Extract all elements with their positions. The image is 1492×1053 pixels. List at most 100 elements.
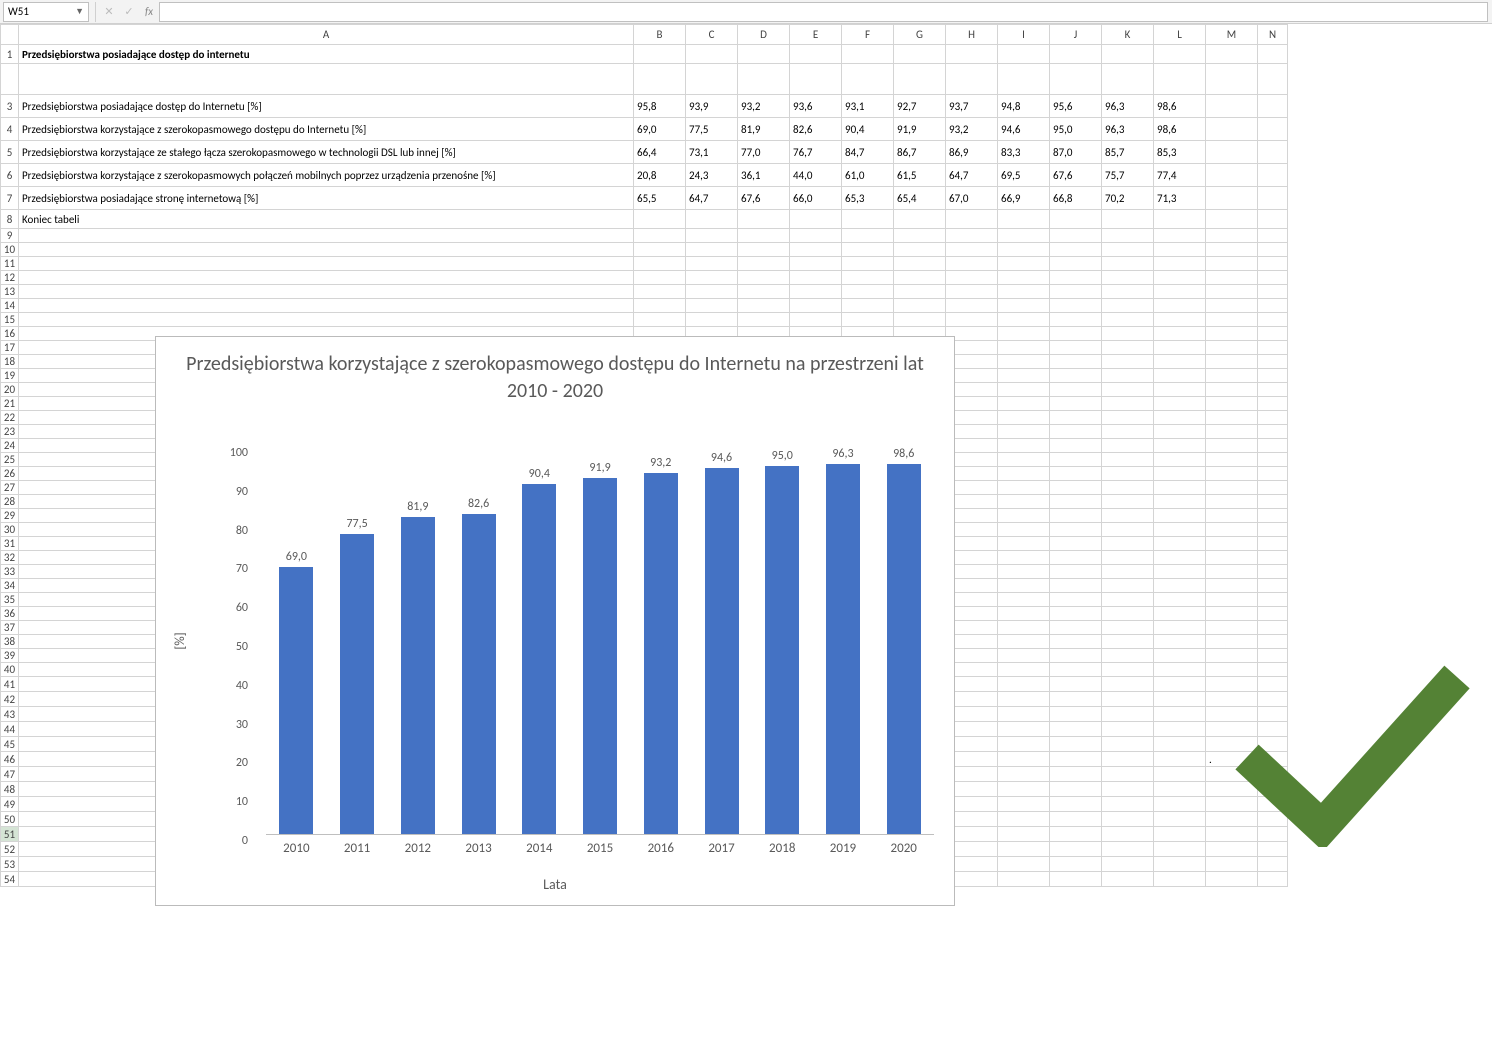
cell[interactable] [1102, 341, 1154, 355]
row-header[interactable]: 25 [1, 453, 19, 467]
row-header[interactable]: 2 [1, 64, 19, 95]
cell[interactable] [634, 271, 686, 285]
cell[interactable] [686, 257, 738, 271]
cell[interactable] [1154, 341, 1206, 355]
cell[interactable] [1206, 369, 1258, 383]
row-header[interactable]: 35 [1, 593, 19, 607]
cell[interactable] [998, 593, 1050, 607]
cell[interactable] [1050, 649, 1102, 663]
cell[interactable] [1102, 565, 1154, 579]
cell[interactable] [1258, 95, 1288, 118]
cell[interactable] [1050, 692, 1102, 707]
row-header[interactable]: 14 [1, 299, 19, 313]
cell[interactable]: 93,6 [790, 95, 842, 118]
cell[interactable] [1102, 45, 1154, 64]
cell[interactable] [738, 271, 790, 285]
row-header[interactable]: 5 [1, 141, 19, 164]
cell[interactable] [1258, 164, 1288, 187]
cell[interactable]: 2020 [1154, 64, 1206, 95]
cell[interactable] [1102, 537, 1154, 551]
cell[interactable] [1206, 271, 1258, 285]
cell[interactable] [842, 299, 894, 313]
cell[interactable] [998, 812, 1050, 827]
cell[interactable] [1102, 857, 1154, 872]
cell[interactable] [686, 271, 738, 285]
cell[interactable]: 70,2 [1102, 187, 1154, 210]
cell[interactable]: 75,7 [1102, 164, 1154, 187]
cell[interactable] [894, 45, 946, 64]
cell[interactable] [1258, 257, 1288, 271]
cell[interactable] [1102, 495, 1154, 509]
cell[interactable] [1050, 752, 1102, 767]
cell[interactable] [1154, 551, 1206, 565]
cell[interactable] [1206, 467, 1258, 481]
cell[interactable] [1102, 737, 1154, 752]
cell[interactable] [998, 45, 1050, 64]
cell[interactable] [1154, 842, 1206, 857]
cell[interactable] [1258, 537, 1288, 551]
cell[interactable] [1050, 453, 1102, 467]
cell[interactable]: 67,6 [1050, 164, 1102, 187]
cell[interactable]: 96,3 [1102, 118, 1154, 141]
cell[interactable] [998, 635, 1050, 649]
cell[interactable] [1102, 327, 1154, 341]
cell[interactable]: 69,5 [998, 164, 1050, 187]
cell[interactable] [1154, 481, 1206, 495]
cell[interactable] [998, 523, 1050, 537]
row-header[interactable]: 21 [1, 397, 19, 411]
cell[interactable]: 95,8 [634, 95, 686, 118]
cell[interactable] [998, 243, 1050, 257]
cell[interactable] [1258, 551, 1288, 565]
cell[interactable]: 69,0 [634, 118, 686, 141]
cell[interactable] [790, 210, 842, 229]
row-header[interactable]: 49 [1, 797, 19, 812]
cell[interactable] [998, 285, 1050, 299]
select-all-corner[interactable] [1, 25, 19, 45]
cell[interactable] [1258, 341, 1288, 355]
cell[interactable] [1050, 677, 1102, 692]
cell[interactable] [1154, 827, 1206, 842]
col-header[interactable]: G [894, 25, 946, 45]
cell[interactable] [1206, 635, 1258, 649]
cell[interactable] [790, 229, 842, 243]
cell[interactable]: Koniec tabeli [19, 210, 634, 229]
row-header[interactable]: 28 [1, 495, 19, 509]
cell[interactable] [790, 313, 842, 327]
cell[interactable]: 66,9 [998, 187, 1050, 210]
cell[interactable] [738, 243, 790, 257]
cell[interactable] [998, 537, 1050, 551]
cell[interactable] [1050, 467, 1102, 481]
cell[interactable] [946, 229, 998, 243]
row-header[interactable]: 36 [1, 607, 19, 621]
cell[interactable] [1050, 872, 1102, 887]
cell[interactable] [1258, 369, 1288, 383]
cell[interactable]: 81,9 [738, 118, 790, 141]
cell[interactable] [1154, 271, 1206, 285]
cell[interactable] [998, 827, 1050, 842]
cell[interactable] [998, 397, 1050, 411]
cell[interactable]: 64,7 [686, 187, 738, 210]
cell[interactable] [1102, 383, 1154, 397]
cell[interactable] [1050, 635, 1102, 649]
cell[interactable] [1258, 397, 1288, 411]
cell[interactable]: 94,6 [998, 118, 1050, 141]
col-header[interactable]: H [946, 25, 998, 45]
cell[interactable] [998, 453, 1050, 467]
cell[interactable] [1206, 141, 1258, 164]
cell[interactable] [1258, 118, 1288, 141]
cell[interactable] [1050, 537, 1102, 551]
cell[interactable] [1050, 797, 1102, 812]
cell[interactable] [1102, 425, 1154, 439]
cell[interactable] [1206, 537, 1258, 551]
row-header[interactable]: 1 [1, 45, 19, 64]
cell[interactable] [1050, 243, 1102, 257]
cell[interactable] [1050, 707, 1102, 722]
cell[interactable] [998, 257, 1050, 271]
cell[interactable]: 65,4 [894, 187, 946, 210]
cell[interactable] [842, 271, 894, 285]
col-header[interactable]: B [634, 25, 686, 45]
cell[interactable] [634, 45, 686, 64]
cell[interactable] [1258, 857, 1288, 872]
cell[interactable] [1206, 509, 1258, 523]
cell[interactable] [1154, 210, 1206, 229]
